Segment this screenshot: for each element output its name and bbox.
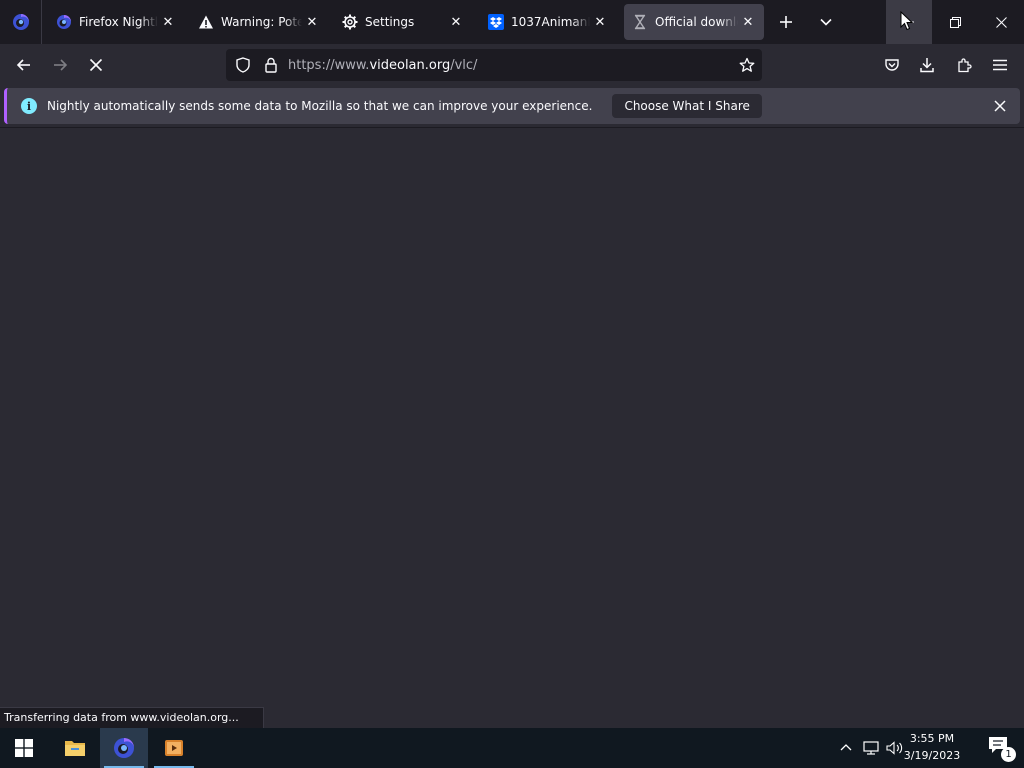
show-hidden-icons-button[interactable]: [836, 728, 856, 768]
chevron-down-icon: [820, 18, 832, 26]
bookmark-star-icon[interactable]: [732, 57, 762, 73]
status-panel: Transferring data from www.videolan.org.…: [0, 707, 264, 728]
data-reporting-notification: i Nightly automatically sends some data …: [4, 88, 1020, 124]
tab-title: Firefox Nightly F: [79, 15, 158, 29]
mouse-cursor-icon: [900, 11, 914, 31]
url-bar[interactable]: https://www.videolan.org/vlc/: [226, 49, 762, 81]
url-text[interactable]: https://www.videolan.org/vlc/: [284, 58, 732, 73]
restore-button[interactable]: [932, 0, 978, 44]
clock-time: 3:55 PM: [909, 732, 955, 745]
tab-title: Official downloa: [655, 15, 738, 29]
downloads-button[interactable]: [910, 48, 944, 82]
close-icon: [994, 100, 1006, 112]
tab-strip: Firefox Nightly F ✕ Warning: Potent ✕ Se…: [0, 0, 1024, 44]
firefox-nightly-icon: [114, 738, 134, 758]
windows-logo-icon: [15, 739, 33, 757]
hamburger-menu-icon: [993, 59, 1007, 71]
info-icon: i: [21, 98, 37, 114]
tab-settings[interactable]: Settings ✕: [334, 4, 472, 40]
tab-close-button[interactable]: ✕: [592, 14, 608, 30]
taskbar-clock[interactable]: 3:55 PM 3/19/2023: [896, 730, 968, 764]
notification-count-badge: 1: [1001, 747, 1016, 762]
download-icon: [920, 58, 934, 73]
restore-icon: [949, 16, 961, 28]
tab-official-download[interactable]: Official downloa ✕: [624, 4, 764, 40]
action-center-button[interactable]: 1: [988, 736, 1016, 762]
pocket-icon: [885, 59, 899, 71]
extensions-button[interactable]: [947, 48, 981, 82]
firefox-view-button[interactable]: [0, 0, 42, 44]
page-content-area[interactable]: [0, 128, 1024, 728]
pocket-button[interactable]: [875, 48, 909, 82]
close-icon: [995, 16, 1007, 28]
url-domain: videolan.org: [369, 57, 451, 73]
tab-title: 1037AnimanBon: [511, 15, 590, 29]
tab-close-button[interactable]: ✕: [448, 14, 464, 30]
tab-firefox-nightly[interactable]: Firefox Nightly F ✕: [48, 4, 184, 40]
notification-close-button[interactable]: [988, 94, 1012, 118]
media-player-icon: [165, 740, 183, 756]
firefox-nightly-icon: [12, 14, 29, 30]
gear-icon: [342, 14, 358, 30]
new-tab-button[interactable]: [768, 4, 804, 40]
tab-title: Settings: [365, 15, 446, 29]
network-icon: [863, 741, 879, 755]
start-button[interactable]: [0, 728, 48, 768]
firefox-nightly-icon: [56, 14, 72, 30]
choose-what-i-share-button[interactable]: Choose What I Share: [612, 94, 762, 118]
network-tray-button[interactable]: [860, 728, 882, 768]
loading-hourglass-icon: [632, 14, 648, 30]
plus-icon: [780, 16, 792, 28]
arrow-left-icon: [16, 59, 30, 71]
stop-button[interactable]: [79, 48, 113, 82]
stop-icon: [89, 58, 103, 72]
forward-button[interactable]: [43, 48, 77, 82]
back-button[interactable]: [7, 48, 41, 82]
taskbar-firefox-nightly[interactable]: [100, 728, 148, 768]
url-path: /vlc/: [450, 57, 478, 73]
puzzle-piece-icon: [958, 58, 972, 73]
tab-close-button[interactable]: ✕: [160, 14, 176, 30]
tab-title: Warning: Potent: [221, 15, 302, 29]
list-all-tabs-button[interactable]: [808, 4, 844, 40]
clock-date: 3/19/2023: [903, 749, 961, 762]
arrow-right-icon: [54, 59, 68, 71]
taskbar-file-explorer[interactable]: [51, 728, 99, 768]
folder-icon: [65, 741, 85, 756]
tab-close-button[interactable]: ✕: [304, 14, 320, 30]
lock-icon[interactable]: [258, 57, 284, 73]
tab-close-button[interactable]: ✕: [740, 14, 756, 30]
windows-taskbar: 3:55 PM 3/19/2023 1: [0, 728, 1024, 768]
taskbar-media-app[interactable]: [150, 728, 198, 768]
notification-message: Nightly automatically sends some data to…: [47, 99, 593, 113]
tab-warning[interactable]: Warning: Potent ✕: [190, 4, 328, 40]
warning-icon: [198, 14, 214, 30]
tracking-protection-shield-icon[interactable]: [228, 57, 258, 73]
chevron-up-icon: [840, 744, 852, 751]
close-window-button[interactable]: [978, 0, 1024, 44]
dropbox-icon: [488, 14, 504, 30]
url-prefix: https://www.: [288, 57, 370, 73]
tab-dropbox[interactable]: 1037AnimanBon ✕: [480, 4, 616, 40]
application-menu-button[interactable]: [983, 48, 1017, 82]
navigation-toolbar: https://www.videolan.org/vlc/: [0, 44, 1024, 86]
